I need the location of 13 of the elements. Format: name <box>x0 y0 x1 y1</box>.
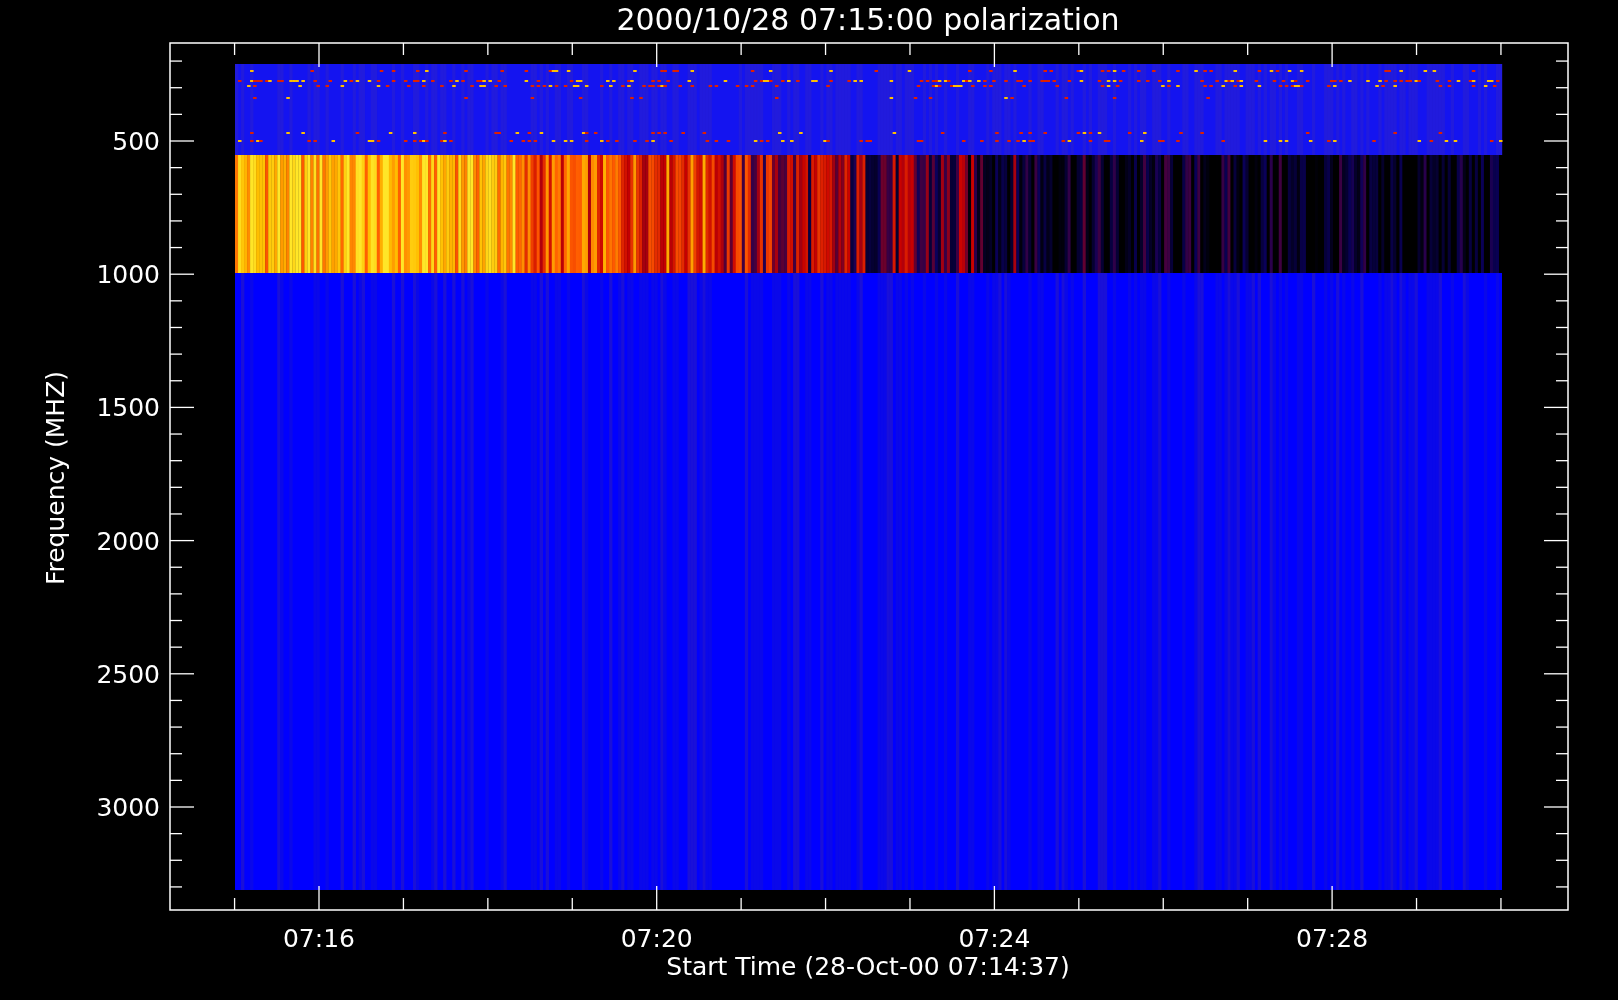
x-axis-label: Start Time (28-Oct-00 07:14:37) <box>666 952 1070 981</box>
y-tick-label: 2000 <box>96 526 160 556</box>
x-tick-label: 07:28 <box>1296 924 1369 953</box>
y-tick-label: 3000 <box>96 793 160 822</box>
y-tick-label: 1000 <box>96 260 160 290</box>
x-tick-label: 07:24 <box>958 924 1031 953</box>
x-tick-label: 07:20 <box>620 924 693 953</box>
y-tick-label: 2500 <box>96 659 160 689</box>
y-tick-label: 1500 <box>96 393 160 423</box>
y-axis-label: Frequency (MHZ) <box>41 370 70 586</box>
chart-title: 2000/10/28 07:15:00 polarization <box>616 2 1120 37</box>
y-tick-label: 500 <box>112 127 160 156</box>
x-tick-label: 07:16 <box>283 924 355 953</box>
